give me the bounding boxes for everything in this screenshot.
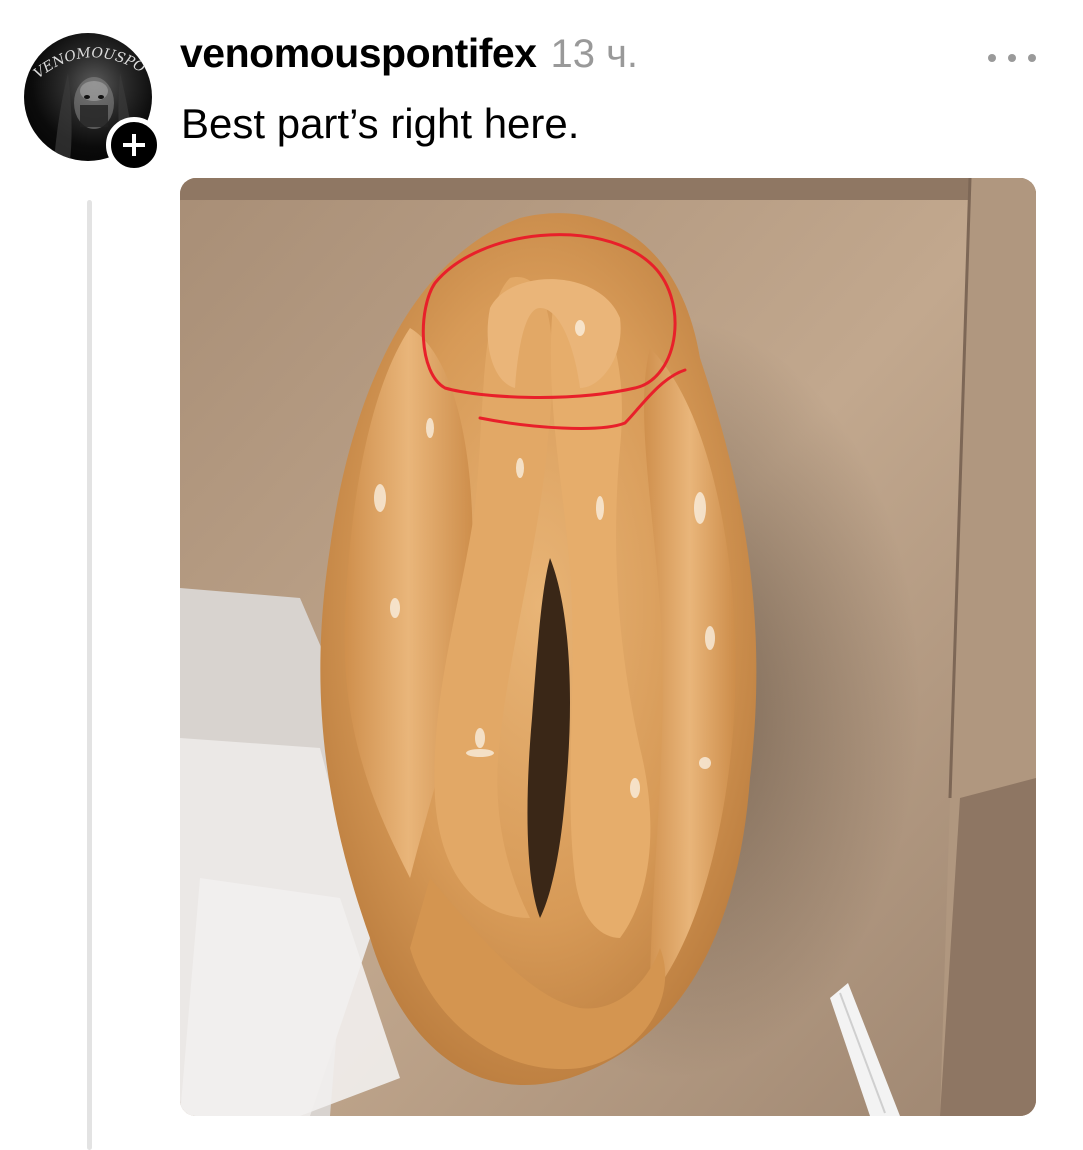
more-horizontal-icon <box>1028 54 1036 62</box>
avatar-logo-text: VENOMOUSPONTIFEX <box>24 33 148 82</box>
thread-line <box>87 200 92 1150</box>
more-horizontal-icon <box>988 54 996 62</box>
more-horizontal-icon <box>1008 54 1016 62</box>
pastry-photo <box>180 178 1036 1116</box>
username[interactable]: venomouspontifex <box>180 30 537 77</box>
plus-icon <box>123 134 145 156</box>
post-photo[interactable] <box>180 178 1036 1116</box>
thread-post: VENOMOUSPONTIFEX venomouspontifex 13 ч. … <box>0 0 1083 1150</box>
follow-button[interactable] <box>106 117 162 173</box>
post-text: Best part’s right here. <box>181 100 580 147</box>
more-options-button[interactable] <box>988 44 1036 72</box>
timestamp: 13 ч. <box>550 32 639 76</box>
post-header: venomouspontifex 13 ч. <box>180 30 638 90</box>
